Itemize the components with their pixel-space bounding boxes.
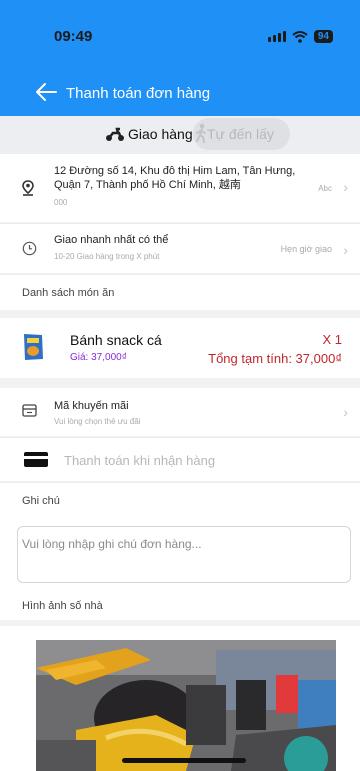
chevron-right-icon: › — [343, 404, 348, 420]
cart-item: Bánh snack cá Giá: 37,000₫ X 1 Tổng tạm … — [0, 318, 360, 378]
address-tag: Abc — [318, 184, 332, 193]
voucher-icon — [22, 404, 37, 417]
battery-icon: 94 — [313, 30, 333, 43]
promo-title: Mã khuyến mãi — [54, 400, 129, 412]
status-icons: 94 — [267, 30, 333, 43]
note-label: Ghi chú — [0, 482, 360, 518]
schedule-delivery-link[interactable]: Hẹn giờ giao — [281, 244, 332, 254]
tab-delivery-label: Giao hàng — [128, 126, 193, 142]
home-indicator — [122, 758, 246, 763]
tab-pickup-label: Tự đến lấy — [207, 126, 274, 142]
snack-thumbnail — [24, 334, 43, 360]
payment-method-label: Thanh toán khi nhận hàng — [64, 453, 216, 468]
item-price: Giá: 37,000₫ — [70, 352, 127, 363]
house-photo[interactable] — [36, 640, 336, 771]
food-list-label: Danh sách món ăn — [0, 274, 360, 310]
back-arrow-icon[interactable] — [34, 81, 58, 103]
chevron-right-icon: › — [343, 179, 348, 195]
scooter-icon — [106, 127, 124, 141]
delivery-address[interactable]: 12 Đường số 14, Khu đô thị Him Lam, Tân … — [0, 154, 360, 222]
item-quantity: X 1 — [322, 332, 342, 347]
status-time: 09:49 — [54, 28, 93, 45]
page-title: Thanh toán đơn hàng — [66, 85, 211, 102]
tab-delivery[interactable]: Giao hàng — [104, 118, 193, 150]
house-photo-label: Hình ảnh số nhà — [0, 596, 360, 620]
item-name: Bánh snack cá — [70, 332, 162, 348]
nav-bar: Thanh toán đơn hàng — [0, 80, 360, 108]
delivery-time-row[interactable]: Giao nhanh nhất có thể 10-20 Giao hàng t… — [0, 223, 360, 273]
delivery-time-sub: 10-20 Giao hàng trong X phút — [54, 252, 160, 261]
promo-code-row[interactable]: Mã khuyến mãi Vui lòng chọn thẻ ưu đãi › — [0, 388, 360, 436]
status-bar: 09:49 94 — [0, 28, 360, 48]
delivery-time-main: Giao nhanh nhất có thể — [54, 234, 169, 246]
payment-method-row[interactable]: Thanh toán khi nhận hàng — [0, 437, 360, 481]
chevron-right-icon: › — [343, 242, 348, 258]
address-sub: 000 — [54, 198, 68, 207]
location-pin-icon — [22, 180, 34, 196]
house-photo-image — [36, 640, 336, 771]
signal-icon — [267, 31, 286, 42]
note-input[interactable]: Vui lòng nhập ghi chú đơn hàng... — [17, 526, 351, 583]
walking-person-icon — [196, 123, 206, 143]
clock-icon — [22, 241, 37, 256]
note-section: Vui lòng nhập ghi chú đơn hàng... — [0, 518, 360, 604]
house-photo-section — [0, 626, 360, 771]
card-icon — [24, 452, 48, 467]
address-text: 12 Đường số 14, Khu đô thị Him Lam, Tân … — [54, 165, 296, 191]
promo-hint: Vui lòng chọn thẻ ưu đãi — [54, 417, 141, 426]
wifi-icon — [292, 30, 308, 43]
item-subtotal: Tổng tạm tính: 37,000₫ — [208, 351, 342, 366]
